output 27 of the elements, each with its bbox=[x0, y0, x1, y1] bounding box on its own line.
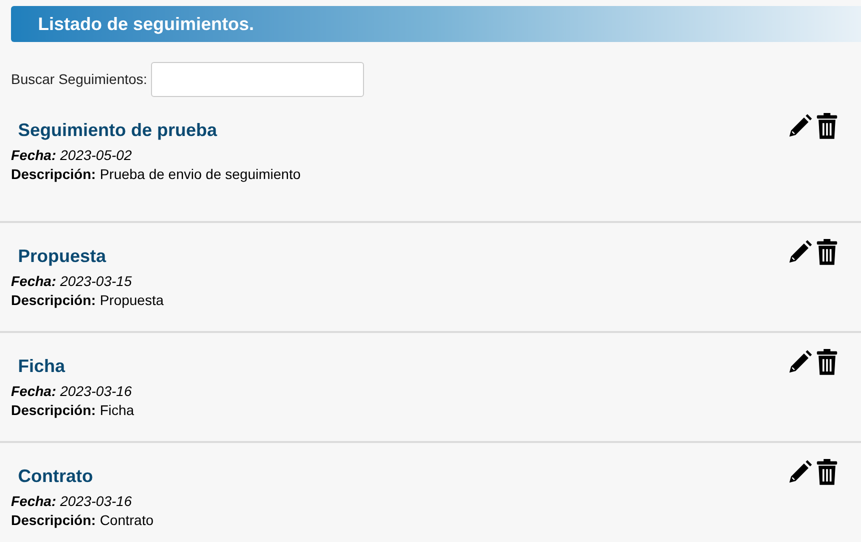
item-title: Ficha bbox=[17, 355, 66, 378]
description-label: Descripción: bbox=[11, 401, 96, 420]
date-label: Fecha: bbox=[11, 382, 56, 401]
date-value: 2023-03-16 bbox=[60, 382, 132, 401]
search-field[interactable] bbox=[151, 62, 364, 97]
trash-icon[interactable] bbox=[815, 113, 839, 140]
item-title: Propuesta bbox=[17, 245, 106, 268]
trash-icon[interactable] bbox=[815, 459, 839, 486]
description-value: Ficha bbox=[100, 401, 134, 420]
search-label: Buscar Seguimientos: bbox=[11, 70, 148, 89]
date-value: 2023-05-02 bbox=[60, 146, 132, 165]
description-label: Descripción: bbox=[11, 511, 96, 530]
trash-icon[interactable] bbox=[815, 239, 839, 266]
item-title: Seguimiento de prueba bbox=[17, 119, 218, 142]
trash-icon[interactable] bbox=[815, 349, 839, 376]
date-label: Fecha: bbox=[11, 492, 56, 511]
date-value: 2023-03-15 bbox=[60, 272, 132, 291]
description-label: Descripción: bbox=[11, 165, 96, 184]
description-value: Contrato bbox=[100, 511, 154, 530]
description-value: Prueba de envio de seguimiento bbox=[100, 165, 301, 184]
description-label: Descripción: bbox=[11, 291, 96, 310]
description-value: Propuesta bbox=[100, 291, 164, 310]
item-title: Contrato bbox=[17, 465, 93, 488]
date-label: Fecha: bbox=[11, 146, 56, 165]
date-label: Fecha: bbox=[11, 272, 56, 291]
date-value: 2023-03-16 bbox=[60, 492, 132, 511]
header-title: Listado de seguimientos. bbox=[38, 12, 254, 36]
